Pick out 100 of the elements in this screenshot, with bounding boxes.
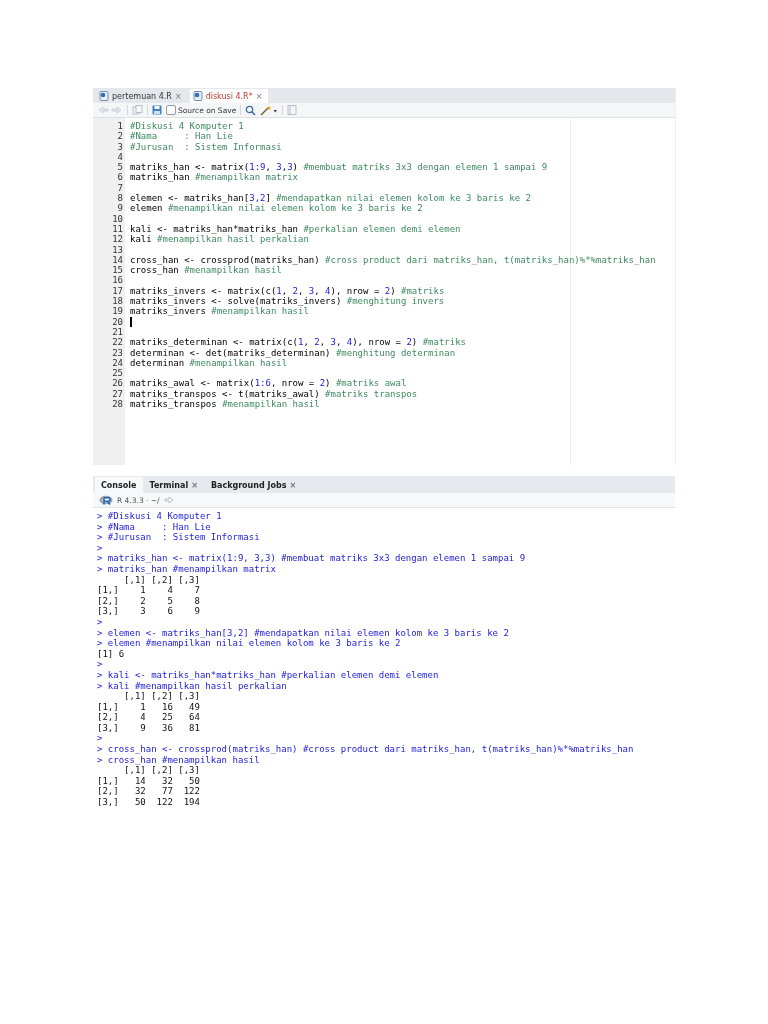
- arrow-icon[interactable]: [163, 496, 174, 504]
- code-text: matriks_determinan <- matrix(c(: [130, 337, 298, 348]
- code-text: matriks_invers <- matrix(c(: [130, 285, 277, 297]
- code-text: ,: [319, 337, 327, 348]
- code-text: ): [390, 285, 397, 297]
- code-text: ,: [314, 285, 321, 297]
- line-number: 1: [116, 121, 123, 132]
- close-icon[interactable]: ×: [289, 480, 297, 490]
- close-icon[interactable]: ×: [191, 480, 198, 490]
- line-number: 22: [111, 337, 123, 348]
- code-text: elemen <- matriks_han[: [130, 193, 250, 204]
- code-text: ), nrow =: [330, 285, 381, 297]
- console-output-line: [2,] 4 25 64: [97, 712, 200, 723]
- code-comment: #menampilkan hasil perkalian: [157, 234, 309, 245]
- line-number: 28: [111, 399, 123, 410]
- console-input-line: >: [97, 733, 103, 745]
- number-literal: 2: [319, 378, 326, 389]
- code-text: ): [325, 378, 332, 389]
- code-comment: #perkalian elemen demi elemen: [303, 223, 461, 235]
- console-input-line: > elemen #menampilkan nilai elemen kolom ke 3 baris ke 2: [97, 638, 401, 649]
- number-literal: 2: [314, 337, 320, 348]
- line-number: 20: [111, 316, 123, 327]
- number-literal: 3: [308, 285, 315, 297]
- file-tab[interactable]: pertemuan 4.R ×: [96, 89, 188, 103]
- back-forward-icon[interactable]: [97, 105, 123, 115]
- code-text: cross_han <- crossprod(matriks_han): [130, 254, 321, 266]
- console-input-line: > elemen <- matriks_han[3,2] #mendapatkan nilai elemen kolom ke 3 baris ke 2: [97, 627, 509, 639]
- document-icon[interactable]: [287, 105, 298, 115]
- number-literal: 3: [287, 162, 293, 173]
- line-number: 13: [111, 244, 123, 255]
- code-comment: #matriks: [401, 285, 445, 297]
- console-input-line: >: [97, 616, 103, 628]
- line-number: 26: [111, 378, 123, 389]
- line-number: 9: [116, 203, 123, 214]
- console-input-line: > kali <- matriks_han*matriks_han #perkalian elemen demi elemen: [97, 669, 439, 681]
- panel-tab[interactable]: Console: [95, 477, 143, 493]
- number-literal: 4: [346, 337, 353, 348]
- line-number: 4: [116, 151, 123, 163]
- console-output-line: [1,] 1 16 49: [97, 701, 200, 713]
- line-number: 19: [111, 306, 123, 317]
- code-text: ,: [303, 337, 310, 348]
- code-comment: #membuat matriks 3x3 dengan elemen 1 sampai 9: [303, 162, 548, 173]
- line-number: 18: [111, 296, 123, 307]
- code-text: matriks_han: [130, 172, 191, 183]
- console-input-line: >: [97, 542, 103, 554]
- code-comment: #menghitung determinan: [335, 347, 456, 358]
- number-literal: 1:9: [249, 162, 266, 173]
- console-input-line: > matriks_han #menampilkan matrix: [97, 563, 276, 575]
- code-text: ): [292, 162, 299, 173]
- console-output-line: [3,] 9 36 81: [97, 722, 200, 734]
- code-text: ,: [281, 162, 288, 173]
- code-text: , nrow =: [270, 378, 316, 389]
- code-comment: #Jurusan : Sistem Informasi: [130, 141, 282, 152]
- line-number: 12: [111, 234, 123, 245]
- console-output-line: [1,] 14 32 50: [97, 775, 200, 787]
- code-comment: #cross product dari matriks_han, t(matriks_han)%*%matriks_han: [325, 254, 656, 266]
- line-number: 5: [116, 162, 123, 173]
- line-number: 16: [111, 275, 123, 286]
- file-tab[interactable]: diskusi 4.R* ×: [189, 89, 269, 103]
- line-number: 2: [116, 131, 123, 142]
- code-text: ,: [265, 162, 272, 173]
- code-text: determinan: [130, 357, 186, 369]
- code-text: ): [411, 337, 419, 348]
- close-icon[interactable]: ×: [174, 91, 182, 101]
- console-output-line: [3,] 3 6 9: [97, 606, 200, 617]
- pages-icon[interactable]: [132, 105, 143, 115]
- code-text: kali <- matriks_han*matriks_han: [130, 223, 298, 235]
- code-comment: #Diskusi 4 Komputer 1: [130, 121, 244, 132]
- code-text: cross_han: [130, 265, 180, 276]
- console-output-line: [2,] 2 5 8: [97, 595, 200, 607]
- console-output-line: [3,] 50 122 194: [97, 797, 200, 808]
- console-input-line: >: [97, 659, 103, 670]
- line-number: 21: [111, 326, 123, 338]
- number-literal: 4: [325, 285, 331, 297]
- line-number: 23: [111, 347, 123, 358]
- line-number: 14: [111, 254, 123, 266]
- close-icon[interactable]: ×: [255, 91, 263, 101]
- save-icon[interactable]: [152, 105, 162, 115]
- code-text: ,: [298, 285, 305, 297]
- code-comment: #mendapatkan nilai elemen kolom ke 3 baris ke 2: [276, 193, 531, 204]
- console-input-line: > matriks_han <- matrix(1:9, 3,3) #membuat matriks 3x3 dengan elemen 1 sampai 9: [97, 553, 526, 564]
- code-comment: #menampilkan nilai elemen kolom ke 3 baris ke 2: [167, 203, 423, 214]
- console-output-line: [,1] [,2] [,3]: [123, 574, 200, 586]
- console-output-line: [,1] [,2] [,3]: [123, 765, 200, 776]
- console-output-line: [1,] 1 4 7: [97, 585, 200, 596]
- code-text: ), nrow =: [352, 337, 402, 348]
- line-number: 24: [111, 357, 123, 369]
- code-comment: #menampilkan hasil: [189, 357, 288, 369]
- code-text: ,: [281, 285, 289, 297]
- code-text: matriks_transpos <- t(matriks_awal): [130, 388, 321, 399]
- checkbox[interactable]: [166, 105, 176, 115]
- code-comment: #menampilkan hasil: [222, 399, 320, 410]
- search-icon[interactable]: [245, 104, 257, 116]
- console-input-line: > #Diskusi 4 Komputer 1: [97, 511, 222, 522]
- code-comment: #menampilkan matrix: [195, 172, 298, 183]
- line-number: 17: [111, 285, 123, 297]
- wand-icon[interactable]: [260, 104, 279, 116]
- line-number: 3: [116, 141, 123, 152]
- code-text: elemen: [130, 203, 164, 214]
- code-text: kali: [130, 234, 153, 245]
